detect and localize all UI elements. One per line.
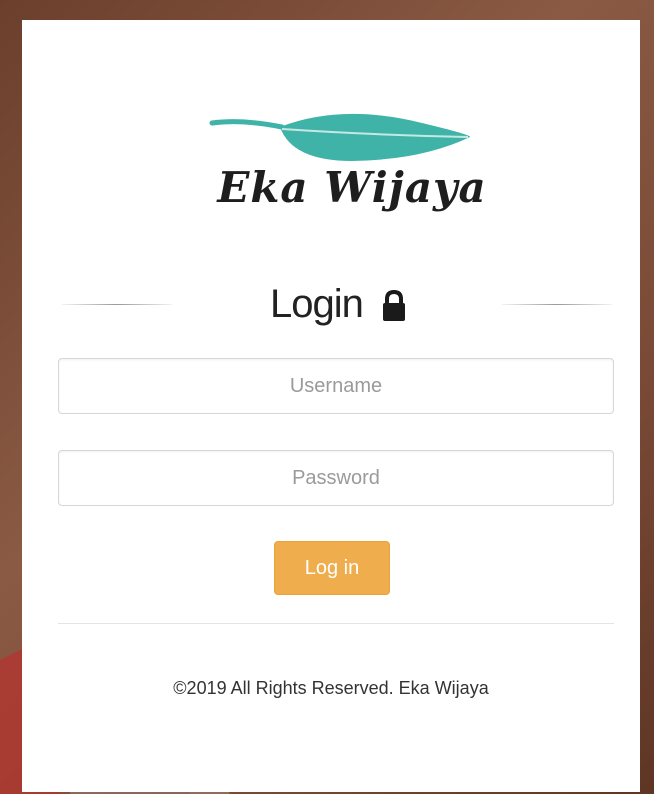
login-card: Eka Wijaya Login Log in ©2019 All Rights… [22, 20, 640, 792]
copyright-text: ©2019 All Rights Reserved. Eka Wijaya [173, 678, 489, 698]
password-input[interactable] [58, 450, 614, 506]
lock-icon [383, 290, 405, 322]
login-button[interactable]: Log in [274, 541, 390, 595]
login-title: Login [270, 282, 364, 326]
username-input[interactable] [58, 358, 614, 414]
brand-name: Eka Wijaya [217, 163, 487, 212]
login-heading: Login [62, 280, 617, 330]
brand-logo: Eka Wijaya [172, 105, 532, 255]
footer-divider [58, 623, 614, 624]
